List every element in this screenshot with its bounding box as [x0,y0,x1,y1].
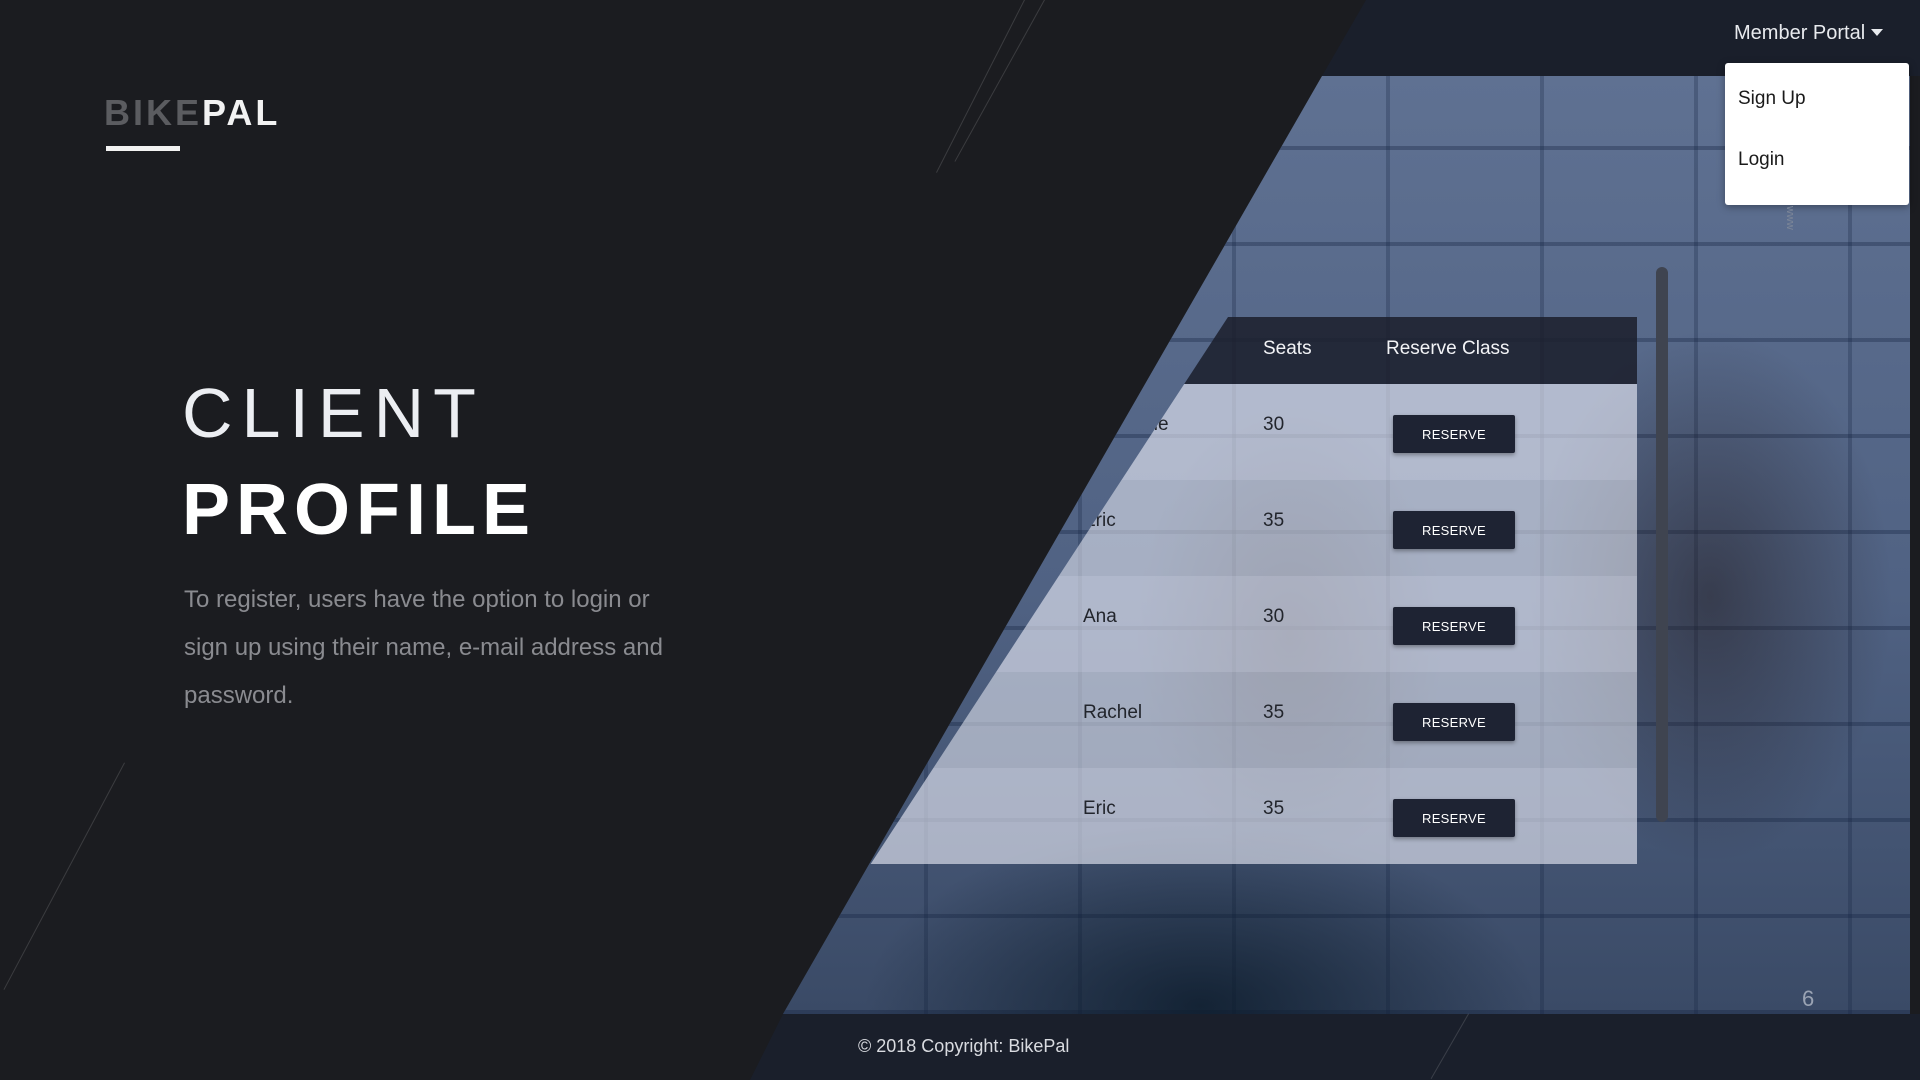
table-row: Stephanie 30 RESERVE [870,384,1637,480]
table-header: Seats Reserve Class [870,317,1637,384]
reserve-button[interactable]: RESERVE [1393,415,1515,453]
table-row: Eric 35 RESERVE [870,480,1637,576]
instructor-name: Eric [1083,798,1116,819]
reserve-button[interactable]: RESERVE [1393,799,1515,837]
table-row: Eric 35 RESERVE [870,768,1637,864]
member-portal-dropdown-toggle[interactable]: Member Portal [1734,22,1884,45]
table-row: Ana 30 RESERVE [870,576,1637,672]
decorative-line [936,0,1025,173]
instructor-name: Rachel [1083,702,1143,723]
decorative-line [954,0,1045,162]
instructor-name: Ana [1083,606,1117,627]
seat-count: 35 [1263,798,1285,819]
menu-item-sign-up[interactable]: Sign Up [1738,88,1806,110]
reserve-button[interactable]: RESERVE [1393,703,1515,741]
footer-copyright: © 2018 Copyright: BikePal [858,1036,1070,1056]
slide-page: BIKEPAL CLIENT PROFILE To register, user… [0,0,1920,1080]
member-portal-menu: Sign Up Login [1725,63,1909,205]
caret-down-icon [1871,29,1884,36]
brand-underline [106,146,180,151]
seat-count: 30 [1263,414,1285,435]
column-header-reserve-class: Reserve Class [1386,338,1510,359]
seat-count: 35 [1263,510,1285,531]
page-number: 6 [1802,986,1815,1011]
page-title-light: CLIENT [182,374,485,452]
brand-logo-part1: BIKE [104,92,203,133]
column-header-seats: Seats [1263,338,1312,359]
table-scrollbar[interactable] [1656,267,1668,822]
reserve-button[interactable]: RESERVE [1393,511,1515,549]
decorative-line [3,762,126,990]
header-band [1322,0,1920,76]
seat-count: 30 [1263,606,1285,627]
menu-item-login[interactable]: Login [1738,149,1785,171]
brand-logo-part2: PAL [202,92,281,133]
photo-watermark-text: www [1784,206,1796,230]
brand-logo: BIKEPAL [104,92,280,134]
reserve-button[interactable]: RESERVE [1393,607,1515,645]
member-portal-label: Member Portal [1734,22,1866,44]
page-description: To register, users have the option to lo… [184,586,663,709]
page-title-bold: PROFILE [182,470,537,550]
seat-count: 35 [1263,702,1285,723]
